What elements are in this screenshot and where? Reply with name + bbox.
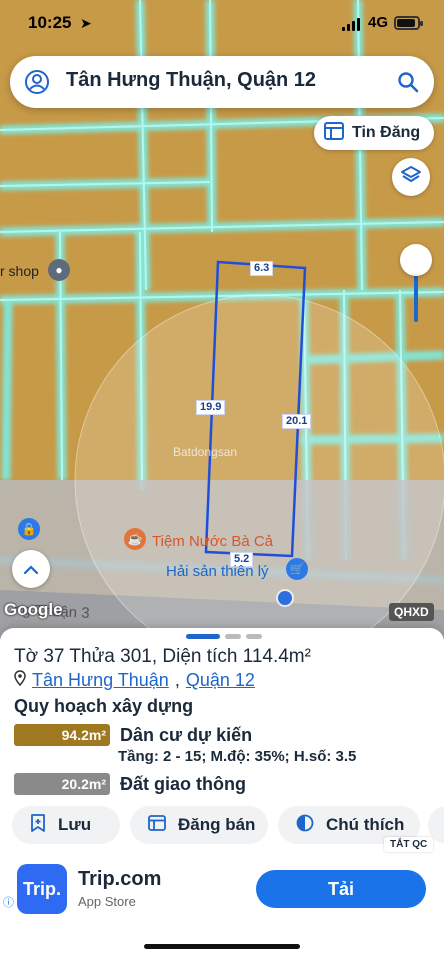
zone-area-badge: 20.2m² [14, 773, 110, 795]
search-bar[interactable]: Tân Hưng Thuận, Quận 12 [10, 56, 434, 108]
listing-icon [324, 121, 344, 145]
zone-row-traffic[interactable]: 20.2m² Đất giao thông [14, 773, 246, 795]
parcel-info-sheet[interactable]: Tờ 37 Thửa 301, Diện tích 114.4m² Tân Hư… [0, 628, 444, 960]
bookmark-add-icon [30, 813, 46, 837]
qhxd-badge[interactable]: QHXD [389, 603, 434, 621]
cafe-pin-icon[interactable]: ☕ [124, 528, 146, 550]
sheet-pager[interactable] [186, 634, 262, 639]
save-label: Lưu [58, 815, 92, 834]
save-button[interactable]: Lưu [12, 806, 120, 844]
location-pin-icon [14, 670, 26, 691]
zone-detail: Tầng: 2 - 15; M.độ: 35%; H.số: 3.5 [118, 748, 357, 765]
location-separator: , [174, 670, 180, 690]
close-ad-button[interactable]: TẮT QC [384, 837, 434, 852]
tin-dang-button[interactable]: Tin Đăng [314, 116, 434, 150]
chevron-up-icon [23, 559, 39, 580]
pager-dot[interactable] [246, 634, 262, 639]
district-link[interactable]: Quận 12 [186, 670, 255, 691]
action-bar[interactable]: Lưu Đăng bán Chú thích [12, 806, 444, 844]
network-type: 4G [368, 14, 389, 31]
post-sale-label: Đăng bán [178, 815, 256, 834]
dimension-top: 6.3 [250, 261, 274, 276]
parcel-title: Tờ 37 Thửa 301, Diện tích 114.4m² [14, 646, 311, 667]
pager-dot-active[interactable] [186, 634, 220, 639]
status-time: 10:25 [28, 13, 72, 32]
post-sale-button[interactable]: Đăng bán [130, 806, 268, 844]
poi-tiem-nuoc-label[interactable]: Tiệm Nước Bà Cả [152, 533, 273, 550]
zone-name: Đất giao thông [120, 773, 246, 794]
opacity-slider-knob[interactable] [400, 244, 432, 276]
zone-name: Dân cư dự kiến [120, 724, 253, 745]
google-logo: Google [4, 600, 63, 619]
contrast-icon [296, 814, 314, 837]
legend-label: Chú thích [326, 815, 405, 834]
search-icon[interactable] [396, 70, 420, 99]
tin-dang-label: Tin Đăng [352, 124, 421, 141]
opacity-slider-track[interactable] [414, 270, 418, 322]
download-button[interactable]: Tải [256, 870, 426, 908]
search-location-title[interactable]: Tân Hưng Thuận, Quận 12 [66, 69, 316, 92]
shop-pin-icon[interactable]: ● [48, 259, 70, 281]
ad-store-label: App Store [78, 894, 136, 909]
layers-button[interactable] [392, 158, 430, 196]
parcel-location: Tân Hưng Thuận, Quận 12 [14, 670, 255, 691]
dimension-right: 20.1 [282, 414, 312, 429]
zone-row-residential[interactable]: 94.2m² Dân cư dự kiến [14, 724, 252, 746]
trip-app-logo[interactable]: Trip. [17, 864, 67, 914]
lock-pin-icon[interactable]: 🔒 [18, 518, 40, 540]
poi-shop-label[interactable]: r shop [0, 263, 39, 279]
signal-icon [342, 18, 360, 31]
shopping-pin-icon[interactable]: 🛒 [286, 558, 308, 580]
ad-app-name[interactable]: Trip.com [78, 868, 161, 891]
dimension-left: 19.9 [196, 400, 226, 415]
layers-icon [400, 164, 422, 191]
expand-up-button[interactable] [12, 550, 50, 588]
listing-icon [148, 814, 166, 836]
ward-link[interactable]: Tân Hưng Thuận [32, 670, 169, 691]
user-icon[interactable] [24, 69, 50, 100]
zone-area-badge: 94.2m² [14, 724, 110, 746]
poi-hai-san-label[interactable]: Hải sản thiên lý [166, 563, 269, 580]
ad-info-icon[interactable]: ⓘ [3, 894, 14, 910]
map-watermark: Batdongsan [173, 445, 238, 459]
location-arrow-icon: ➤ [80, 15, 92, 31]
home-indicator[interactable] [144, 944, 300, 949]
battery-icon [394, 16, 423, 30]
pager-dot[interactable] [225, 634, 241, 639]
planning-section-title: Quy hoạch xây dựng [14, 696, 194, 716]
status-bar: 10:25 ➤ 4G [0, 0, 444, 48]
